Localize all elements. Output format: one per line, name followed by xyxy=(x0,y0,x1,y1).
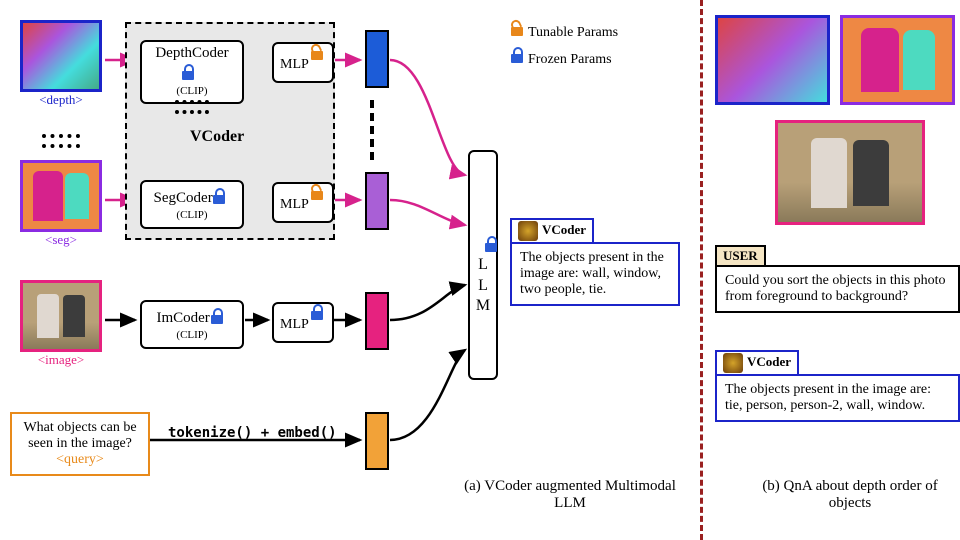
avatar-icon xyxy=(518,221,538,241)
vcoder-label: VCoder xyxy=(190,128,244,146)
vcoder-output-b: VCoder The objects present in the image … xyxy=(715,350,960,422)
user-question-b: USER Could you sort the objects in this … xyxy=(715,245,960,313)
depth-token xyxy=(365,30,389,88)
img-mlp: MLP xyxy=(272,302,334,343)
mlp-label: MLP xyxy=(280,57,308,72)
seg-mlp: MLP xyxy=(272,182,334,223)
query-text: What objects can be seen in the image? xyxy=(23,420,136,451)
input-ellipsis-2 xyxy=(42,144,80,148)
legend: Tunable Params Frozen Params xyxy=(510,20,618,68)
mlp-label: MLP xyxy=(280,317,308,332)
imcoder-sub: (CLIP) xyxy=(176,329,207,341)
seg-label: <seg> xyxy=(20,232,102,248)
lock-icon xyxy=(510,47,524,63)
vcoder-tag: VCoder xyxy=(542,222,586,237)
depth-input: <depth> xyxy=(20,20,102,108)
vcoder-reply-b: The objects present in the image are: ti… xyxy=(715,374,960,422)
mlp-label: MLP xyxy=(280,197,308,212)
seg-input: <seg> xyxy=(20,160,102,248)
segcoder-sub: (CLIP) xyxy=(176,209,207,221)
query-box: What objects can be seen in the image? <… xyxy=(10,412,150,476)
vcoder-tag-b: VCoder xyxy=(747,354,791,369)
depth-label: <depth> xyxy=(20,92,102,108)
avatar-icon xyxy=(723,353,743,373)
panel-separator xyxy=(700,0,703,540)
lock-icon xyxy=(310,304,324,320)
lock-icon xyxy=(212,188,226,204)
legend-tunable: Tunable Params xyxy=(528,25,618,40)
seg-token xyxy=(365,172,389,230)
query-token xyxy=(365,412,389,470)
lock-icon xyxy=(181,64,195,80)
rgb-image xyxy=(20,280,102,352)
coder-ellipsis-2 xyxy=(175,110,209,114)
query-label: <query> xyxy=(56,452,104,467)
segcoder-box: SegCoder (CLIP) xyxy=(140,180,244,229)
depthcoder-name: DepthCoder xyxy=(155,45,228,61)
depth-image-b xyxy=(715,15,830,105)
lock-icon xyxy=(310,44,324,60)
lock-icon xyxy=(310,184,324,200)
token-ellipsis xyxy=(370,100,384,160)
imcoder-name: ImCoder xyxy=(156,310,209,326)
lock-icon xyxy=(484,236,498,252)
image-label: <image> xyxy=(20,352,102,368)
image-input: <image> xyxy=(20,280,102,368)
seg-image xyxy=(20,160,102,232)
vcoder-output-a: VCoder The objects present in the image … xyxy=(510,218,680,306)
vcoder-reply-a: The objects present in the image are: wa… xyxy=(510,242,680,306)
user-text-b: Could you sort the objects in this photo… xyxy=(715,265,960,313)
depthcoder-box: DepthCoder (CLIP) xyxy=(140,40,244,104)
image-token xyxy=(365,292,389,350)
segcoder-name: SegCoder xyxy=(154,190,213,206)
seg-image-b xyxy=(840,15,955,105)
depthcoder-sub: (CLIP) xyxy=(176,85,207,97)
lock-icon xyxy=(210,308,224,324)
depth-mlp: MLP xyxy=(272,42,334,83)
legend-frozen: Frozen Params xyxy=(528,52,612,67)
llm-box: LLM xyxy=(468,150,498,380)
caption-b: (b) QnA about depth order of objects xyxy=(740,478,960,512)
tokenize-label: tokenize() + embed() xyxy=(168,425,337,441)
caption-a: (a) VCoder augmented Multimodal LLM xyxy=(455,478,685,512)
lock-icon xyxy=(510,20,524,36)
rgb-image-b xyxy=(775,120,925,225)
depth-image xyxy=(20,20,102,92)
user-tag: USER xyxy=(723,248,758,263)
coder-ellipsis xyxy=(175,100,209,104)
imcoder-box: ImCoder (CLIP) xyxy=(140,300,244,349)
input-ellipsis xyxy=(42,134,80,138)
